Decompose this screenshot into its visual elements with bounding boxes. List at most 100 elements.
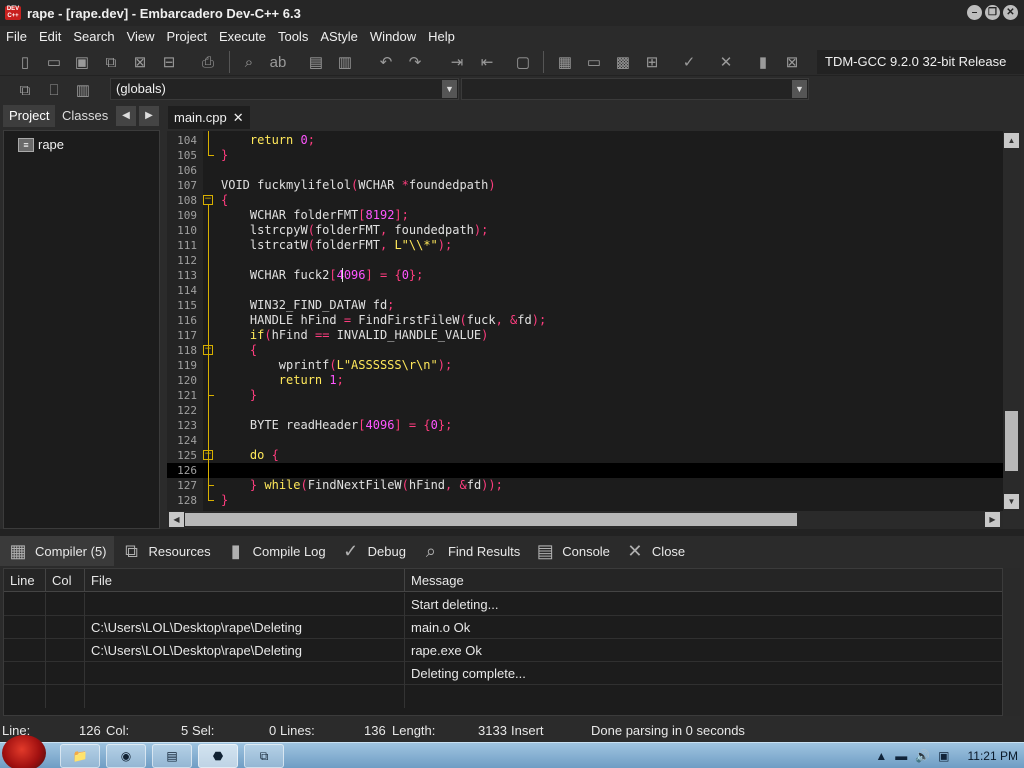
goto-icon[interactable]: ▤ xyxy=(304,50,328,74)
close-button[interactable]: ✕ xyxy=(1003,5,1018,20)
code-line[interactable]: 112 xyxy=(167,253,1003,268)
taskbar-clock[interactable]: 11:21 PM xyxy=(968,749,1018,763)
code-line[interactable]: 120 return 1; xyxy=(167,373,1003,388)
tree-item-project[interactable]: ≡ rape xyxy=(18,137,64,152)
tab-compiler[interactable]: ▦ Compiler (5) xyxy=(0,536,114,566)
undo-icon[interactable]: ↶ xyxy=(374,50,398,74)
tab-project[interactable]: Project xyxy=(3,105,56,127)
rebuild-icon[interactable]: ⊞ xyxy=(640,50,664,74)
scrollbar-thumb[interactable] xyxy=(1005,411,1018,471)
code-line[interactable]: 110 lstrcpyW(folderFMT, foundedpath); xyxy=(167,223,1003,238)
code-line[interactable]: 109 WCHAR folderFMT[8192]; xyxy=(167,208,1003,223)
scroll-down-icon[interactable]: ▼ xyxy=(1004,494,1019,509)
volume-icon[interactable]: 🔊 xyxy=(915,749,930,763)
code-line[interactable]: 121 } xyxy=(167,388,1003,403)
scope-combo[interactable]: (globals) ▼ xyxy=(110,78,459,100)
tab-classes[interactable]: Classes xyxy=(56,105,114,127)
code-line[interactable]: 104 return 0; xyxy=(167,133,1003,148)
code-line[interactable]: 124 xyxy=(167,433,1003,448)
compile-icon[interactable]: ▦ xyxy=(553,50,577,74)
code-line[interactable]: 119 wprintf(L"ASSSSSS\r\n"); xyxy=(167,358,1003,373)
code-line[interactable]: 126 xyxy=(167,463,1003,478)
column-header-col[interactable]: Col xyxy=(46,569,85,592)
close-tab-icon[interactable]: ✕ xyxy=(233,110,244,126)
table-row[interactable]: Start deleting... xyxy=(4,593,1002,616)
scroll-right-icon[interactable]: ▶ xyxy=(985,512,1000,527)
chevron-left-icon[interactable]: ◀ xyxy=(116,106,136,126)
save-icon[interactable]: ▣ xyxy=(70,50,94,74)
explorer-taskbar-icon[interactable]: 📁 xyxy=(60,744,100,768)
code-line[interactable]: 106 xyxy=(167,163,1003,178)
column-header-file[interactable]: File xyxy=(85,569,405,592)
menu-view[interactable]: View xyxy=(121,29,161,44)
find-icon[interactable]: ⌕ xyxy=(237,50,261,74)
menu-execute[interactable]: Execute xyxy=(213,29,272,44)
chevron-right-icon[interactable]: ▶ xyxy=(139,106,159,126)
table-row[interactable]: C:\Users\LOL\Desktop\rape\Deleting rape.… xyxy=(4,639,1002,662)
code-line[interactable]: 115 WIN32_FIND_DATAW fd; xyxy=(167,298,1003,313)
keyboard-icon[interactable]: ▣ xyxy=(938,749,949,763)
maximize-button[interactable]: ❐ xyxy=(985,5,1000,20)
stop-execution-icon[interactable]: ✕ xyxy=(714,50,738,74)
compile-run-icon[interactable]: ▩ xyxy=(611,50,635,74)
code-line[interactable]: 113 WCHAR fuck2[4096] = {0}; xyxy=(167,268,1003,283)
menu-window[interactable]: Window xyxy=(364,29,422,44)
profile-icon[interactable]: ▮ xyxy=(751,50,775,74)
menu-project[interactable]: Project xyxy=(161,29,213,44)
code-line[interactable]: 105} xyxy=(167,148,1003,163)
menu-edit[interactable]: Edit xyxy=(33,29,67,44)
code-line[interactable]: 127 } while(FindNextFileW(hFind, &fd)); xyxy=(167,478,1003,493)
tab-compile-log[interactable]: ▮ Compile Log xyxy=(218,536,333,566)
run-icon[interactable]: ▭ xyxy=(582,50,606,74)
show-hidden-icons-icon[interactable]: ▲ xyxy=(875,749,887,763)
redo-icon[interactable]: ↷ xyxy=(403,50,427,74)
tab-console[interactable]: ▤ Console xyxy=(527,536,617,566)
tab-resources[interactable]: ⧉ Resources xyxy=(114,536,218,566)
network-icon[interactable]: ▬ xyxy=(895,749,907,763)
toggle-breakpoint-icon[interactable]: ▥ xyxy=(333,50,357,74)
start-button[interactable] xyxy=(2,735,46,768)
delete-profile-icon[interactable]: ⊠ xyxy=(780,50,804,74)
menu-file[interactable]: File xyxy=(0,29,33,44)
save-all-icon[interactable]: ⧉ xyxy=(99,50,123,74)
code-line[interactable]: 117 if(hFind == INVALID_HANDLE_VALUE) xyxy=(167,328,1003,343)
code-line[interactable]: 116 HANDLE hFind = FindFirstFileW(fuck, … xyxy=(167,313,1003,328)
indent-icon[interactable]: ⇥ xyxy=(445,50,469,74)
fold-toggle-icon[interactable]: − xyxy=(203,450,213,460)
code-line[interactable]: 122 xyxy=(167,403,1003,418)
code-line[interactable]: 123 BYTE readHeader[4096] = {0}; xyxy=(167,418,1003,433)
replace-icon[interactable]: ab xyxy=(266,50,290,74)
devcpp-taskbar-icon[interactable]: ⬣ xyxy=(198,744,238,768)
tab-debug[interactable]: ✓ Debug xyxy=(333,536,413,566)
chrome-taskbar-icon[interactable]: ◉ xyxy=(106,744,146,768)
editor-vertical-scrollbar[interactable]: ▲ ▼ xyxy=(1003,131,1021,511)
code-line[interactable]: 125 do { xyxy=(167,448,1003,463)
goto-bookmark-icon[interactable]: ▥ xyxy=(71,78,95,102)
tab-find-results[interactable]: ⌕ Find Results xyxy=(413,536,527,566)
new-file-icon[interactable]: ▯ xyxy=(13,50,37,74)
fold-toggle-icon[interactable]: − xyxy=(203,195,213,205)
close-file-icon[interactable]: ⊠ xyxy=(128,50,152,74)
code-line[interactable]: 107 VOID fuckmylifelol(WCHAR *foundedpath… xyxy=(167,178,1003,193)
comment-icon[interactable]: ▢ xyxy=(511,50,535,74)
minimize-button[interactable]: – xyxy=(967,5,982,20)
messages-scrollbar[interactable] xyxy=(1003,568,1021,716)
insert-snippet-icon[interactable]: ⧉ xyxy=(13,78,37,102)
close-all-icon[interactable]: ⊟ xyxy=(157,50,181,74)
scroll-up-icon[interactable]: ▲ xyxy=(1004,133,1019,148)
column-header-line[interactable]: Line xyxy=(4,569,46,592)
scrollbar-thumb[interactable] xyxy=(185,513,797,526)
syntax-check-icon[interactable]: ✓ xyxy=(677,50,701,74)
chevron-down-icon[interactable]: ▼ xyxy=(792,80,807,98)
menu-astyle[interactable]: AStyle xyxy=(314,29,364,44)
tab-main-cpp[interactable]: main.cpp ✕ xyxy=(168,106,250,129)
code-editor[interactable]: 104 return 0; 105} 106 107 VOID fuckmylifelo… xyxy=(167,131,1003,511)
panel-splitter[interactable] xyxy=(0,529,1024,536)
unindent-icon[interactable]: ⇤ xyxy=(475,50,499,74)
editor-horizontal-scrollbar[interactable]: ◀ ▶ xyxy=(167,511,1003,529)
scroll-left-icon[interactable]: ◀ xyxy=(169,512,184,527)
code-line[interactable]: 128} xyxy=(167,493,1003,508)
table-row[interactable]: C:\Users\LOL\Desktop\rape\Deleting main.… xyxy=(4,616,1002,639)
function-combo[interactable]: ▼ xyxy=(461,78,809,100)
chevron-down-icon[interactable]: ▼ xyxy=(442,80,457,98)
